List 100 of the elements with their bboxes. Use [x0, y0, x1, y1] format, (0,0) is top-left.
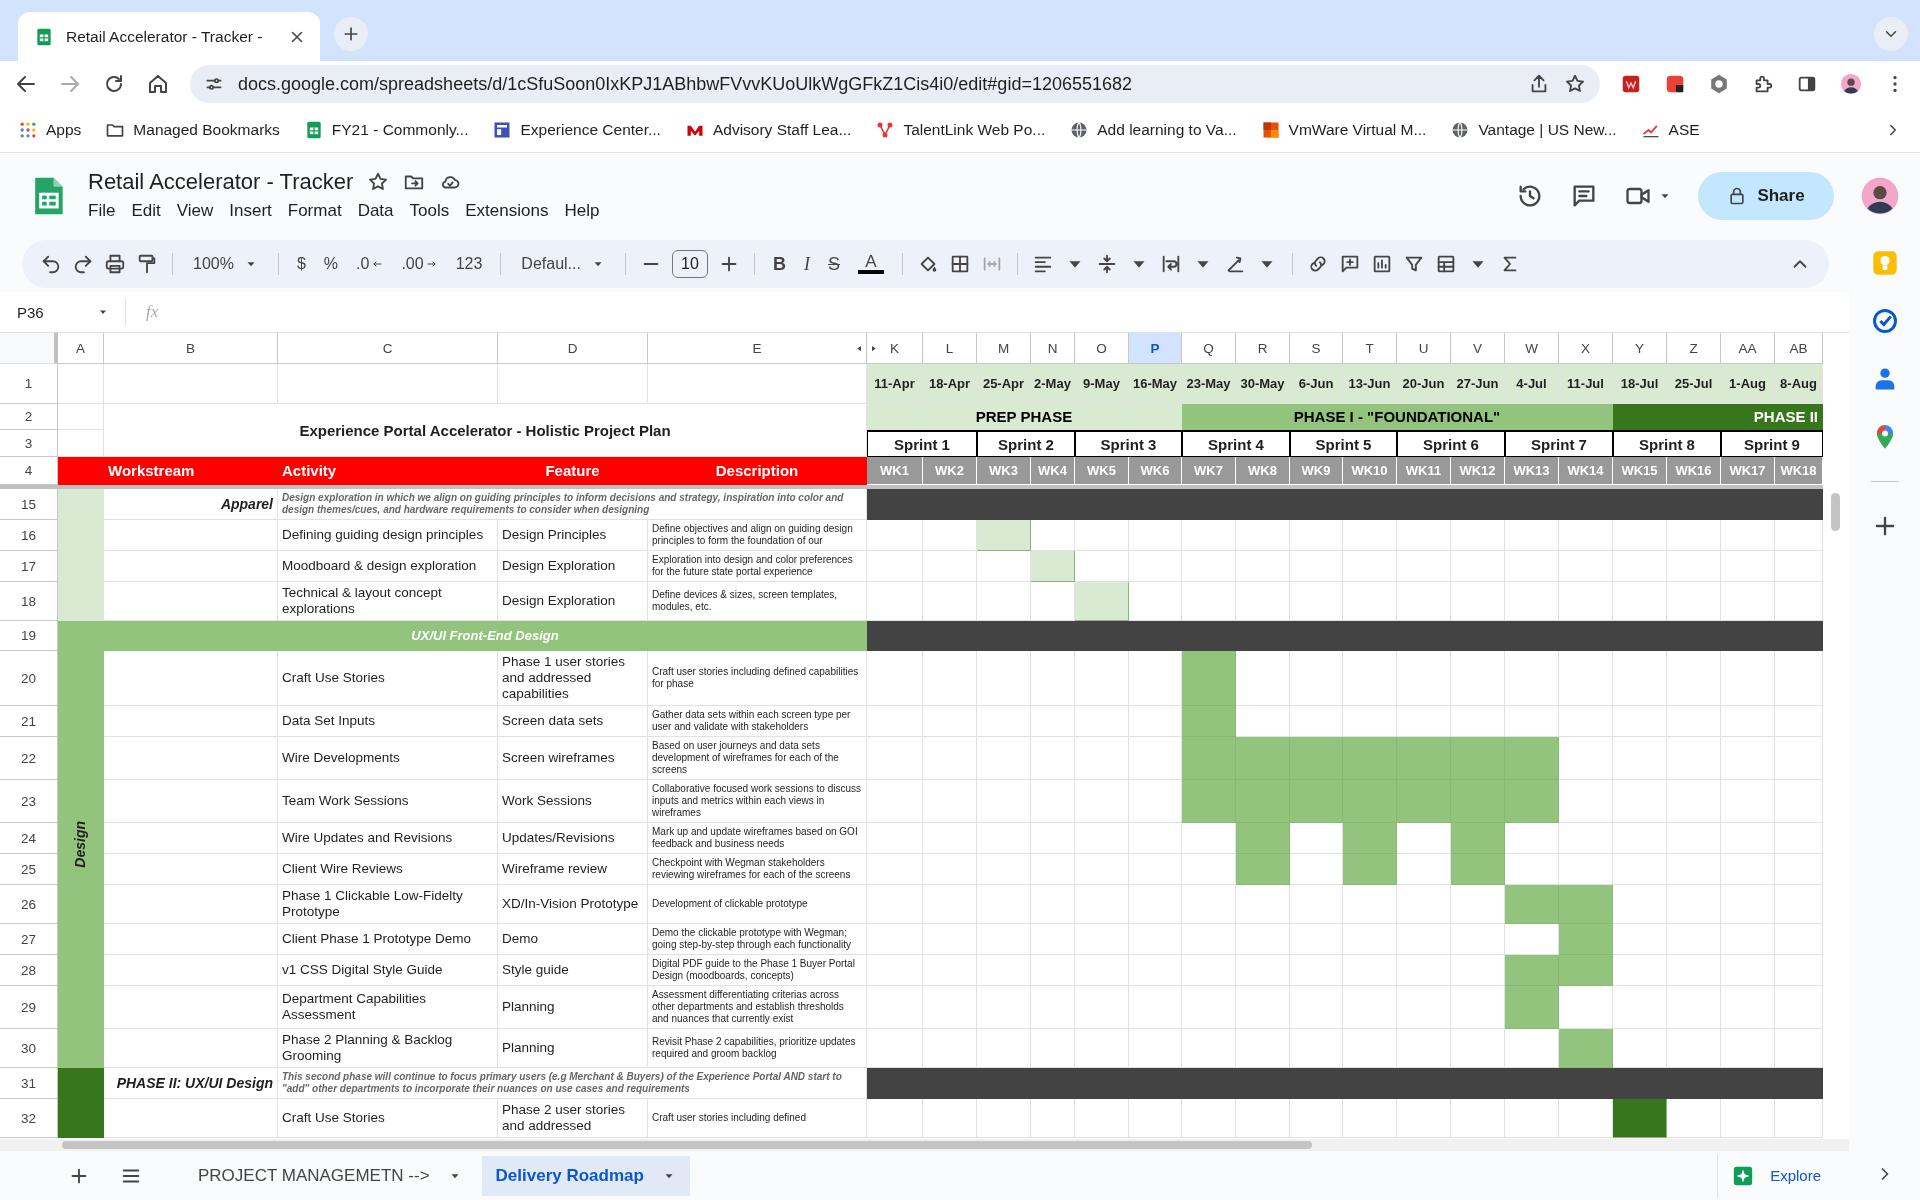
column-header[interactable]: AB — [1775, 333, 1823, 364]
increase-decimal-button[interactable]: .00 — [397, 252, 442, 276]
column-header[interactable]: R — [1236, 333, 1290, 364]
sheet-tab[interactable]: PROJECT MANAGEMETN --> — [184, 1155, 476, 1196]
bookmark[interactable]: VmWare Virtual M... — [1260, 119, 1427, 140]
menu-item[interactable]: Edit — [123, 199, 169, 223]
text-color-button[interactable]: A — [853, 252, 888, 276]
description-cell: Exploration into design and color preferences for the future state portal experience — [648, 551, 867, 582]
bookmark[interactable]: Apps — [18, 119, 82, 140]
menu-item[interactable]: Help — [556, 199, 608, 223]
row-header[interactable]: 3 — [0, 430, 58, 457]
column-header[interactable]: A — [58, 333, 104, 364]
name-box[interactable]: P36 — [0, 299, 126, 325]
collapse-arrow-icon[interactable] — [855, 344, 864, 353]
row-header[interactable]: 2 — [0, 404, 58, 430]
menu-item[interactable]: Tools — [401, 199, 458, 223]
print-icon[interactable] — [104, 253, 126, 275]
row-header[interactable]: 29 — [0, 986, 58, 1029]
menu-item[interactable]: File — [80, 199, 124, 223]
menu-item[interactable]: Insert — [221, 199, 280, 223]
row-header[interactable]: 26 — [0, 885, 58, 924]
column-header[interactable]: S — [1290, 333, 1343, 364]
sheet-tab[interactable]: Delivery Roadmap — [481, 1155, 690, 1196]
extension-icon[interactable] — [1664, 73, 1686, 95]
zoom-dropdown[interactable]: 100% — [187, 252, 264, 276]
row-header[interactable]: 1 — [0, 364, 58, 404]
row-header[interactable]: 16 — [0, 520, 58, 551]
scrollbar-thumb[interactable] — [1831, 493, 1840, 531]
row-header[interactable]: 27 — [0, 924, 58, 955]
bookmark[interactable]: Add learning to Va... — [1069, 119, 1237, 140]
currency-button[interactable]: $ — [292, 252, 310, 276]
row-header[interactable]: 32 — [0, 1099, 58, 1138]
menu-item[interactable]: View — [168, 199, 222, 223]
row-header[interactable]: 21 — [0, 706, 58, 737]
column-header[interactable]: K — [867, 333, 923, 364]
row-header[interactable]: 20 — [0, 651, 58, 706]
bookmark[interactable]: ASE — [1640, 119, 1700, 140]
column-header[interactable]: C — [278, 333, 498, 364]
row-header[interactable]: 25 — [0, 854, 58, 885]
italic-button[interactable]: I — [799, 250, 814, 278]
column-header[interactable]: N — [1031, 333, 1075, 364]
column-header[interactable]: O — [1075, 333, 1129, 364]
column-header[interactable]: E — [648, 333, 867, 364]
menu-item[interactable]: Data — [349, 199, 402, 223]
tasks-icon[interactable] — [1870, 307, 1899, 335]
explore-button[interactable]: Explore — [1717, 1153, 1835, 1198]
row-header[interactable]: 28 — [0, 955, 58, 986]
home-icon[interactable] — [146, 72, 170, 96]
bookmark-star-icon[interactable] — [1564, 73, 1586, 95]
scrollbar-thumb[interactable] — [62, 1141, 1312, 1149]
bookmark[interactable]: FY21 - Commonly... — [303, 119, 469, 140]
column-header[interactable]: P — [1129, 333, 1182, 364]
bookmark[interactable]: Experience Center... — [492, 119, 661, 140]
bookmark[interactable]: Advisory Staff Lea... — [684, 119, 852, 140]
decrease-decimal-button[interactable]: .0 — [352, 252, 388, 276]
column-header[interactable]: T — [1343, 333, 1397, 364]
font-size-field[interactable]: 10 — [671, 250, 708, 278]
expand-arrow-icon[interactable] — [869, 344, 878, 353]
menu-item[interactable]: Format — [279, 199, 350, 223]
row-header[interactable]: 17 — [0, 551, 58, 582]
number-format-button[interactable]: 123 — [451, 252, 487, 276]
strikethrough-button[interactable]: S — [823, 250, 844, 278]
column-header[interactable]: X — [1559, 333, 1613, 364]
redo-icon[interactable] — [72, 253, 94, 275]
row-header[interactable]: 31 — [0, 1068, 58, 1099]
bookmark[interactable]: Vantage | US New... — [1450, 119, 1617, 140]
percent-button[interactable]: % — [319, 252, 343, 276]
column-header[interactable]: U — [1397, 333, 1451, 364]
star-icon[interactable] — [367, 171, 390, 193]
bookmark[interactable]: Managed Bookmarks — [105, 119, 280, 140]
undo-icon[interactable] — [40, 253, 62, 275]
row-header[interactable]: 24 — [0, 823, 58, 854]
row-header[interactable]: 15 — [0, 489, 58, 520]
row-header[interactable]: 22 — [0, 737, 58, 780]
new-tab-button[interactable] — [334, 17, 368, 51]
avatar-icon[interactable] — [1860, 176, 1900, 216]
font-dropdown[interactable]: Defaul... — [515, 252, 611, 276]
column-header[interactable]: W — [1505, 333, 1559, 364]
menu-item[interactable]: Extensions — [457, 199, 557, 223]
row-header[interactable]: 19 — [0, 621, 58, 651]
share-button[interactable]: Share — [1698, 172, 1834, 220]
column-header[interactable]: Q — [1182, 333, 1236, 364]
column-header[interactable]: Y — [1613, 333, 1667, 364]
paint-format-icon[interactable] — [136, 253, 158, 275]
row-header[interactable]: 23 — [0, 780, 58, 823]
row-header[interactable]: 18 — [0, 582, 58, 621]
column-header[interactable]: AA — [1721, 333, 1775, 364]
bold-button[interactable]: B — [768, 250, 790, 278]
document-title[interactable]: Retail Accelerator - Tracker — [88, 169, 354, 195]
browser-tab[interactable]: Retail Accelerator - Tracker - — [18, 12, 320, 61]
column-header[interactable]: L — [923, 333, 977, 364]
column-header[interactable]: Z — [1667, 333, 1721, 364]
avatar-icon[interactable] — [1840, 73, 1862, 95]
column-header[interactable]: M — [977, 333, 1031, 364]
row-header[interactable]: 30 — [0, 1029, 58, 1068]
column-header[interactable]: V — [1451, 333, 1505, 364]
column-header[interactable]: D — [498, 333, 648, 364]
column-header[interactable]: B — [104, 333, 278, 364]
address-bar[interactable]: docs.google.com/spreadsheets/d/1cSfuSoon0IxKPJ1ABhbwFVvvKUoUlkWgGFkZ1Cis4i0/edit#gid=1206551682 — [190, 65, 1600, 103]
bookmark[interactable]: TalentLink Web Po... — [875, 119, 1046, 140]
